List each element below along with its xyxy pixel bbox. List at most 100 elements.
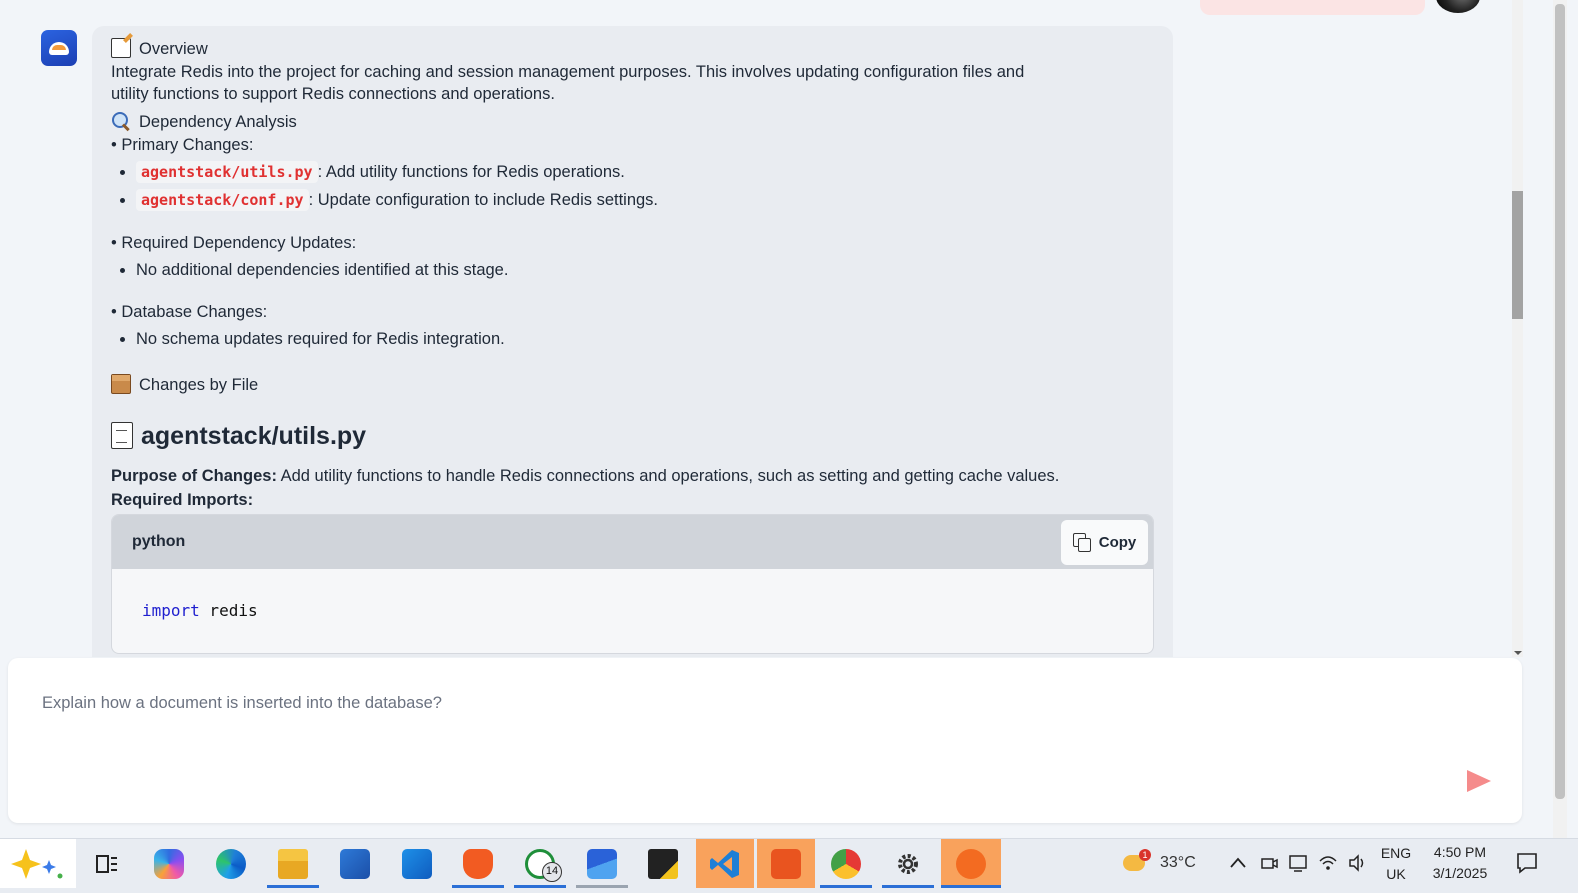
chrome-button[interactable] xyxy=(820,839,872,888)
display-icon[interactable] xyxy=(1288,853,1308,873)
file-heading-text: agentstack/utils.py xyxy=(141,422,367,450)
primary-changes-list: agentstack/utils.py: Add utility functio… xyxy=(119,158,659,214)
windows-taskbar: 14 1 33°C ENG UK 4:50 PM 3/1/2025 xyxy=(0,838,1578,893)
file-heading: agentstack/utils.py xyxy=(111,422,366,451)
folder-icon xyxy=(278,848,308,879)
edge-button[interactable] xyxy=(205,839,257,888)
code-line: import redis xyxy=(142,601,258,620)
code-keyword: import xyxy=(142,601,200,620)
clock-time: 4:50 PM xyxy=(1433,844,1487,860)
mail-button[interactable] xyxy=(576,839,628,888)
brave-lion-icon xyxy=(463,848,493,879)
whatsapp-unread-badge: 14 xyxy=(542,862,562,882)
file-explorer-button[interactable] xyxy=(267,839,319,888)
changes-by-file-heading: Changes by File xyxy=(111,374,258,395)
outlook-button[interactable] xyxy=(391,839,443,888)
active-indicator xyxy=(820,885,872,888)
copy-icon xyxy=(1072,533,1091,552)
scroll-down-arrow-icon[interactable] xyxy=(1514,651,1522,655)
sparkle-icon xyxy=(11,848,63,879)
copy-button[interactable]: Copy xyxy=(1061,519,1148,565)
pen-icon xyxy=(956,848,986,879)
microsoft-store-button[interactable] xyxy=(329,839,381,888)
sticky-app-button[interactable] xyxy=(637,839,689,888)
changes-by-file-text: Changes by File xyxy=(139,376,259,394)
dependency-heading: Dependency Analysis xyxy=(111,111,297,132)
list-item: No schema updates required for Redis int… xyxy=(120,325,505,353)
settings-button[interactable] xyxy=(882,839,934,888)
outlook-icon xyxy=(402,848,432,879)
active-indicator xyxy=(514,885,566,888)
overview-text-line-2: utility functions to support Redis conne… xyxy=(111,85,555,103)
clock-date: 3/1/2025 xyxy=(1432,865,1488,881)
list-item-text: : Add utility functions for Redis operat… xyxy=(317,163,625,181)
required-updates-label: • Required Dependency Updates: xyxy=(111,234,357,252)
chat-scrollbar[interactable] xyxy=(1512,0,1523,657)
code-block: python Copy import redis xyxy=(111,514,1154,654)
active-indicator xyxy=(576,885,628,888)
wifi-icon[interactable] xyxy=(1318,853,1338,873)
gear-icon xyxy=(898,853,918,874)
task-view-button[interactable] xyxy=(80,839,132,888)
assistant-logo-icon xyxy=(49,41,69,55)
chat-area: Overview Integrate Redis into the projec… xyxy=(0,0,1512,657)
assistant-message: Overview Integrate Redis into the projec… xyxy=(92,26,1173,657)
drawing-app-button[interactable] xyxy=(941,839,1001,888)
copilot-sparkle-button[interactable] xyxy=(0,839,76,888)
code-language-label: python xyxy=(132,533,186,550)
brave-button[interactable] xyxy=(452,839,504,888)
code-block-header: python Copy xyxy=(112,515,1153,569)
send-button[interactable] xyxy=(1464,768,1494,794)
code-text: redis xyxy=(199,601,258,620)
page-icon xyxy=(111,422,133,449)
page-scrollbar[interactable] xyxy=(1553,0,1567,838)
chat-input-panel xyxy=(8,658,1522,823)
weather-widget[interactable]: 1 xyxy=(1123,849,1151,875)
task-view-icon xyxy=(96,854,117,873)
edge-icon xyxy=(216,848,246,879)
active-indicator xyxy=(882,885,934,888)
purpose-label: Purpose of Changes: xyxy=(111,467,277,485)
ubuntu-icon xyxy=(771,848,801,879)
copilot-button[interactable] xyxy=(143,839,195,888)
active-indicator xyxy=(452,885,504,888)
purpose-of-changes: Purpose of Changes: Add utility function… xyxy=(111,467,1059,486)
language-code: ENG xyxy=(1380,845,1412,861)
overview-heading: Overview xyxy=(111,38,208,59)
volume-icon[interactable] xyxy=(1347,853,1367,873)
vscode-button[interactable] xyxy=(696,839,754,888)
chevron-up-icon[interactable] xyxy=(1228,853,1248,873)
language-indicator[interactable]: ENG UK xyxy=(1378,845,1414,882)
list-item-text: : Update configuration to include Redis … xyxy=(308,191,659,209)
package-icon xyxy=(111,374,131,394)
chat-scrollbar-thumb[interactable] xyxy=(1512,191,1523,319)
notification-icon[interactable] xyxy=(1515,851,1539,875)
primary-changes-label: • Primary Changes: xyxy=(111,136,254,154)
ubuntu-button[interactable] xyxy=(757,839,815,888)
chat-input[interactable] xyxy=(42,694,1442,784)
send-icon xyxy=(1467,770,1491,792)
camera-icon[interactable] xyxy=(1259,853,1279,873)
required-imports-label: Required Imports: xyxy=(111,491,254,509)
weather-badge: 1 xyxy=(1139,849,1151,861)
copilot-icon xyxy=(154,848,184,879)
list-item: agentstack/conf.py: Update configuration… xyxy=(119,186,659,214)
store-icon xyxy=(340,848,370,879)
clock[interactable]: 4:50 PM 3/1/2025 xyxy=(1420,844,1500,881)
sticky-app-icon xyxy=(648,848,678,879)
overview-heading-text: Overview xyxy=(139,40,208,58)
whatsapp-button[interactable]: 14 xyxy=(514,839,566,888)
database-changes-list: No schema updates required for Redis int… xyxy=(120,325,505,353)
temperature-text[interactable]: 33°C xyxy=(1160,854,1196,872)
language-region: UK xyxy=(1386,866,1406,882)
chrome-icon xyxy=(831,848,861,879)
purpose-text: Add utility functions to handle Redis co… xyxy=(276,467,1060,485)
memo-icon xyxy=(111,38,131,58)
active-indicator xyxy=(941,885,1001,888)
file-path-code: agentstack/conf.py xyxy=(136,189,309,211)
page-scrollbar-thumb[interactable] xyxy=(1555,4,1565,799)
database-changes-label: • Database Changes: xyxy=(111,303,268,321)
overview-text-line-1: Integrate Redis into the project for cac… xyxy=(111,63,1025,81)
required-updates-list: No additional dependencies identified at… xyxy=(119,256,508,284)
user-message-bubble xyxy=(1200,0,1425,15)
